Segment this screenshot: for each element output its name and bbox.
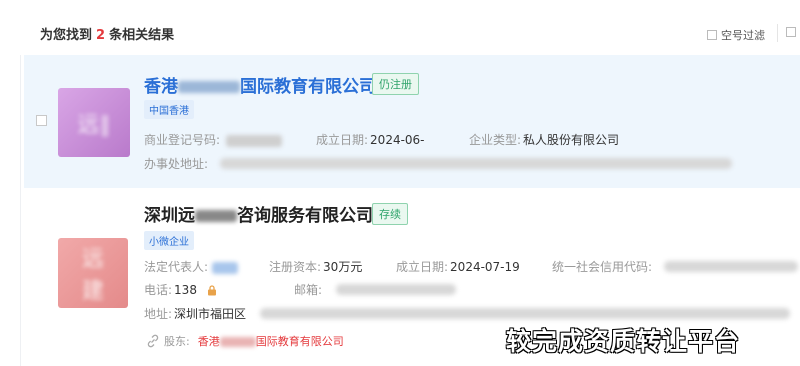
redaction — [226, 134, 283, 147]
phone-field: 电话: 138 — [144, 281, 217, 298]
result-card-1[interactable]: 远∥ 香港 国际教育有限公司 仍注册 中国香港 商业登记号码: 成立日期: 2024… — [24, 55, 800, 188]
shareholder-row[interactable]: 股东: 香港 国际教育有限公司 — [146, 333, 344, 349]
email-redaction — [336, 284, 456, 295]
address-redaction-2 — [260, 308, 790, 319]
redaction — [212, 261, 239, 274]
shareholder-label: 股东: — [164, 335, 190, 348]
name-redaction-2 — [195, 210, 237, 222]
company-logo-2: 远建 — [58, 238, 128, 308]
credit-code-redaction — [664, 261, 798, 272]
registered-capital-field: 注册资本: 30万元 — [269, 260, 363, 274]
count-number: 2 — [96, 28, 106, 43]
status-badge-1: 仍注册 — [372, 73, 419, 95]
result-count: 为您找到 2 条相关结果 — [40, 24, 174, 43]
founded-date-field-1: 成立日期: 2024-06- — [316, 133, 425, 147]
filter-label: 空号过滤 — [721, 29, 765, 42]
empty-number-filter[interactable]: 空号过滤 — [707, 27, 765, 43]
name-redaction-1 — [178, 81, 240, 93]
credit-code-field: 统一社会信用代码: — [552, 260, 653, 274]
count-prefix: 为您找到 — [40, 28, 93, 43]
legal-rep-field: 法定代表人: — [144, 258, 239, 275]
address-redaction — [220, 158, 732, 169]
registration-number-field: 商业登记号码: — [144, 131, 283, 148]
office-address-field: 办事处地址: — [144, 157, 209, 171]
company-name-1[interactable]: 香港 国际教育有限公司 — [144, 72, 376, 97]
address-field: 地址: 深圳市福田区 — [144, 307, 247, 321]
results-header: 为您找到 2 条相关结果 空号过滤 — [0, 0, 800, 55]
shareholder-name[interactable]: 香港 国际教育有限公司 — [198, 333, 344, 349]
email-field: 邮箱: — [294, 283, 323, 297]
lock-icon[interactable] — [207, 285, 217, 296]
extra-filter-checkbox[interactable] — [786, 27, 796, 37]
header-divider — [777, 24, 778, 42]
company-type-field: 企业类型: 私人股份有限公司 — [469, 133, 620, 147]
shareholder-redaction — [219, 337, 256, 347]
filter-checkbox[interactable] — [707, 30, 717, 40]
company-logo-1: 远∥ — [58, 88, 130, 157]
company-name-2[interactable]: 深圳远 咨询服务有限公司 — [144, 201, 373, 226]
extra-filter[interactable] — [786, 27, 800, 37]
link-icon — [147, 334, 159, 348]
select-checkbox-1[interactable] — [36, 115, 47, 126]
size-tag-2[interactable]: 小微企业 — [144, 231, 194, 250]
status-badge-2: 存续 — [372, 203, 408, 225]
founded-date-field-2: 成立日期: 2024-07-19 — [396, 260, 520, 274]
count-suffix: 条相关结果 — [109, 28, 175, 43]
region-tag-1[interactable]: 中国香港 — [144, 100, 194, 119]
watermark-text: 较完成资质转让平台 — [506, 327, 741, 356]
